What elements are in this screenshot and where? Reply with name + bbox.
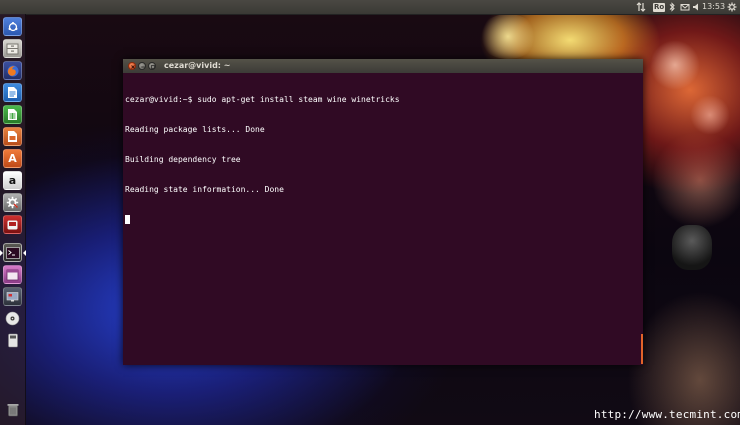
dvd-drive-button[interactable] [3,309,22,328]
volume-icon[interactable] [692,0,700,14]
terminal-line: Reading package lists... Done [125,125,265,134]
ubuntu-logo-icon [8,21,17,31]
wallpaper-bokeh [650,40,700,90]
keyboard-layout-label: Ro [653,3,666,12]
calc-spreadsheet-icon [8,109,17,120]
remote-desktop-launcher-button[interactable] [3,287,22,306]
close-button[interactable] [128,62,136,70]
game-launcher-button[interactable] [3,215,22,234]
window-title: cezar@vivid: ~ [164,61,231,70]
network-updown-icon[interactable] [636,0,646,14]
gear-icon[interactable] [727,0,737,14]
keyboard-layout-indicator[interactable]: Ro [653,0,666,14]
disc-icon [5,311,20,326]
workspace-switcher-button[interactable] [3,265,22,284]
system-settings-launcher-button[interactable] [3,193,22,212]
files-launcher-button[interactable] [3,39,22,58]
drive-icon [7,333,18,348]
terminal-line: Reading state information... Done [125,185,284,194]
trash-icon [7,404,18,417]
firefox-icon [7,65,18,76]
wallpaper-knob [672,225,712,270]
terminal-output[interactable]: cezar@vivid:~$ sudo apt-get install stea… [125,75,639,363]
monitor-icon [6,291,19,301]
terminal-cursor [125,215,130,224]
trash-button[interactable] [3,400,22,419]
watermark-url: http://www.tecmint.com [594,408,740,421]
minimize-button[interactable] [138,62,146,70]
amazon-launcher-button[interactable]: a [3,171,22,190]
impress-presentation-icon [8,131,17,142]
cursor-line [125,215,639,225]
top-panel: Ro 13:53 [0,0,740,15]
workspace-icon [6,269,19,280]
file-cabinet-icon [6,43,19,54]
writer-launcher-button[interactable] [3,83,22,102]
wallpaper-bokeh [478,14,538,59]
maximize-icon [151,65,155,69]
clock[interactable]: 13:53 [702,0,725,14]
writer-document-icon [8,87,17,98]
terminal-launcher-button[interactable] [3,243,22,262]
amazon-icon: a [8,174,17,187]
minimize-icon [141,66,145,68]
terminal-line: cezar@vivid:~$ sudo apt-get install stea… [125,95,400,104]
calc-launcher-button[interactable] [3,105,22,124]
bluetooth-icon[interactable] [668,0,676,14]
terminal-icon [5,246,20,259]
mail-icon[interactable] [680,0,690,14]
active-app-indicator [0,250,3,256]
scrollbar-indicator[interactable] [641,334,643,364]
gear-wrench-icon [6,196,19,209]
game-icon [7,220,18,229]
wallpaper-bokeh [690,95,730,135]
terminal-line: Building dependency tree [125,155,241,164]
software-center-launcher-button[interactable]: A [3,149,22,168]
maximize-button[interactable] [148,62,156,70]
shopping-bag-icon: A [8,152,17,165]
dash-home-button[interactable] [3,17,22,36]
firefox-launcher-button[interactable] [3,61,22,80]
close-icon [131,65,135,69]
usb-drive-button[interactable] [3,331,22,350]
terminal-window[interactable]: cezar@vivid: ~ cezar@vivid:~$ sudo apt-g… [123,59,643,365]
window-titlebar[interactable]: cezar@vivid: ~ [123,59,643,73]
unity-launcher: A a [0,14,26,425]
focused-app-indicator [23,250,26,256]
impress-launcher-button[interactable] [3,127,22,146]
